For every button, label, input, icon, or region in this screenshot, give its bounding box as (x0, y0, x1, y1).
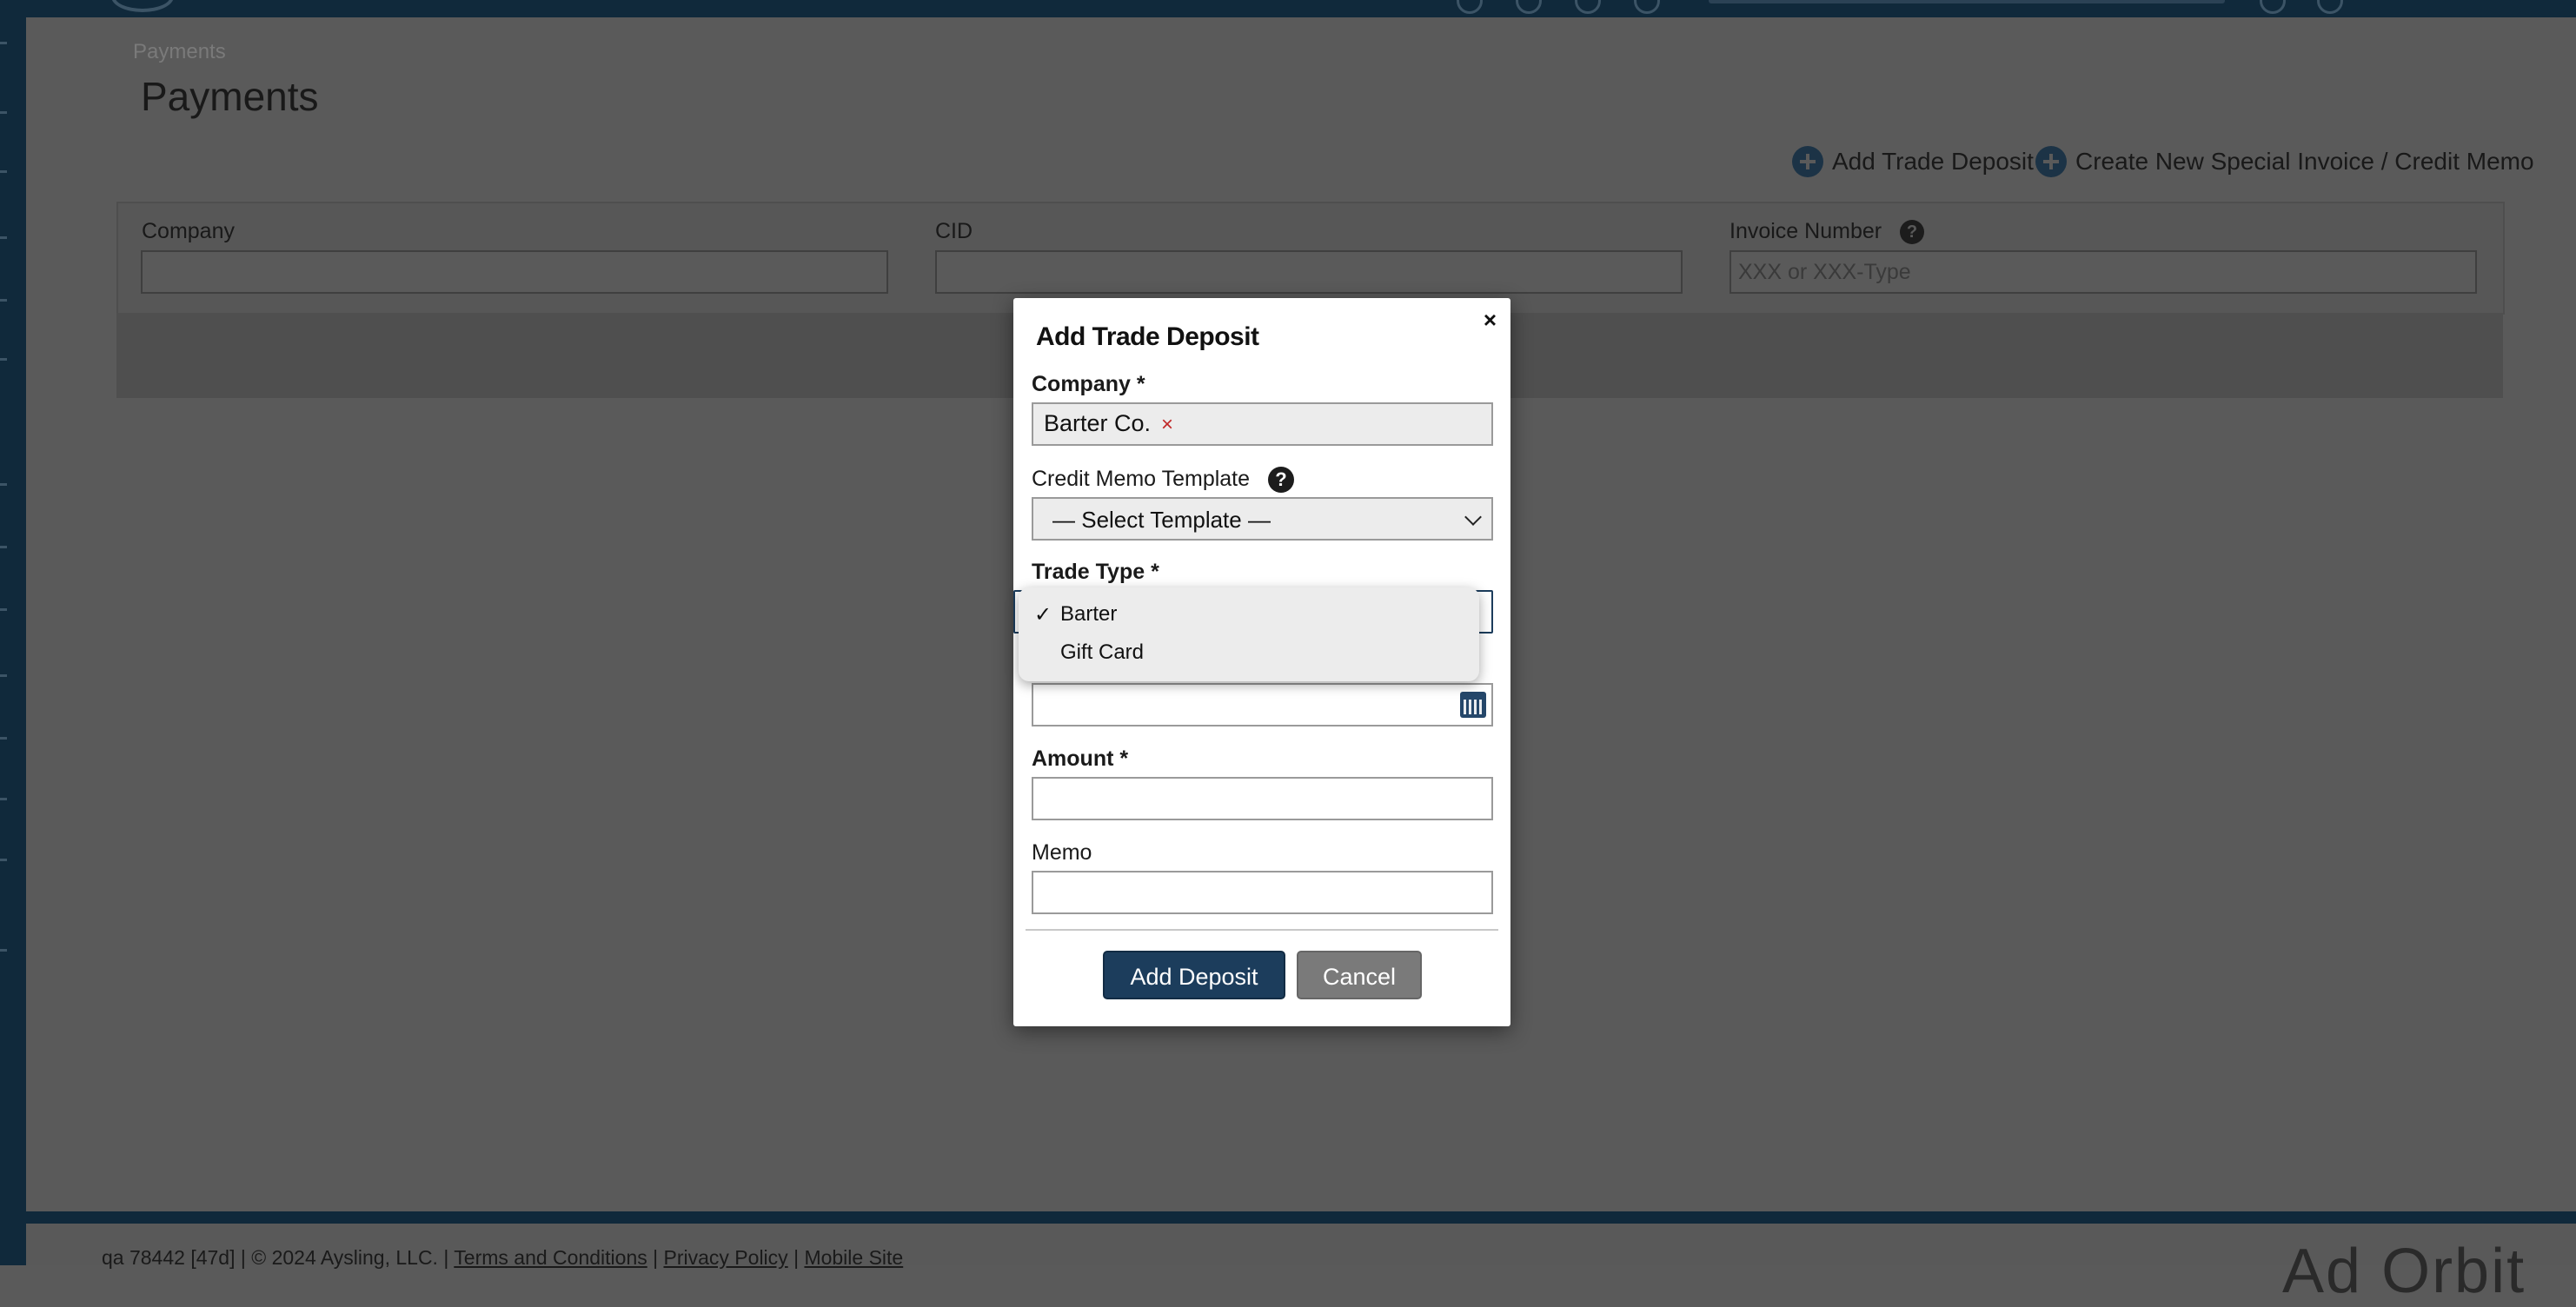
add-circle-icon (2035, 146, 2067, 177)
footer-text: qa 78442 [47d] | © 2024 Aysling, LLC. | … (102, 1246, 903, 1270)
memo-label: Memo (1032, 840, 1092, 865)
sidebar-icon-6[interactable] (0, 358, 7, 361)
close-icon[interactable]: × (1484, 307, 1497, 334)
memo-input[interactable] (1032, 871, 1493, 914)
global-search-input[interactable] (1709, 0, 2225, 3)
cid-filter-input[interactable] (935, 250, 1683, 294)
company-filter-input[interactable] (141, 250, 888, 294)
sidebar-icon-7[interactable] (0, 483, 7, 486)
modal-divider (1026, 929, 1498, 931)
chevron-down-icon (1464, 508, 1482, 526)
nav-icon-3[interactable] (1575, 0, 1601, 14)
footer-copyright: qa 78442 [47d] | © 2024 Aysling, LLC. | (102, 1246, 449, 1269)
help-icon[interactable] (2260, 0, 2286, 14)
create-special-invoice-action[interactable]: Create New Special Invoice / Credit Memo (2035, 146, 2534, 177)
sidebar-icon-1[interactable] (0, 42, 7, 44)
invoice-number-filter-input[interactable]: XXX or XXX-Type (1730, 250, 2477, 294)
company-chip-label: Barter Co. (1044, 410, 1152, 436)
invoice-number-label-text: Invoice Number (1730, 219, 1882, 243)
sidebar-icon-3[interactable] (0, 170, 7, 173)
sidebar-icon-11[interactable] (0, 737, 7, 740)
cancel-button[interactable]: Cancel (1297, 951, 1422, 999)
calendar-icon[interactable] (1460, 692, 1486, 718)
add-trade-deposit-label: Add Trade Deposit (1832, 148, 2034, 175)
checkmark-icon: ✓ (1034, 603, 1052, 627)
help-icon[interactable]: ? (1900, 220, 1925, 245)
breadcrumb[interactable]: Payments (133, 40, 226, 64)
credit-memo-template-label-text: Credit Memo Template (1032, 467, 1251, 491)
cid-filter-label: CID (935, 219, 973, 243)
company-filter-label: Company (142, 219, 235, 243)
option-barter[interactable]: Barter (1060, 602, 1117, 627)
modal-title: Add Trade Deposit (1036, 322, 1259, 351)
credit-memo-template-select[interactable]: — Select Template — (1032, 497, 1493, 541)
sidebar-icon-12[interactable] (0, 798, 7, 800)
nav-icon-1[interactable] (1457, 0, 1483, 14)
app-logo-icon[interactable] (111, 0, 174, 12)
trade-type-label: Trade Type * (1032, 560, 1159, 584)
help-icon[interactable]: ? (1267, 467, 1294, 494)
add-trade-deposit-action[interactable]: Add Trade Deposit (1792, 146, 2034, 177)
company-chip: Barter Co. × (1044, 410, 1173, 437)
option-gift-card[interactable]: Gift Card (1060, 640, 1144, 665)
remove-company-icon[interactable]: × (1161, 413, 1173, 436)
date-input[interactable] (1032, 683, 1493, 726)
trade-type-dropdown: ✓ Barter Gift Card (1019, 587, 1479, 681)
sidebar-icon-10[interactable] (0, 674, 7, 677)
side-navbar (0, 0, 26, 1265)
company-select[interactable]: Barter Co. × (1032, 402, 1493, 446)
footer-separator: | (653, 1246, 659, 1269)
company-label: Company * (1032, 372, 1145, 396)
sidebar-icon-14[interactable] (0, 949, 7, 952)
terms-link[interactable]: Terms and Conditions (454, 1246, 647, 1269)
amount-input[interactable] (1032, 777, 1493, 820)
nav-icon-2[interactable] (1516, 0, 1542, 14)
user-icon[interactable] (2317, 0, 2343, 14)
top-navbar (0, 0, 2576, 17)
sidebar-icon-5[interactable] (0, 299, 7, 302)
amount-label: Amount * (1032, 746, 1129, 771)
nav-icon-4[interactable] (1634, 0, 1660, 14)
mobile-site-link[interactable]: Mobile Site (804, 1246, 903, 1269)
template-select-value: — Select Template — (1052, 507, 1271, 533)
footer-separator: | (793, 1246, 800, 1269)
sidebar-icon-13[interactable] (0, 859, 7, 861)
invoice-number-filter-label: Invoice Number ? (1730, 219, 1925, 245)
sidebar-icon-8[interactable] (0, 546, 7, 548)
page-footer: qa 78442 [47d] | © 2024 Aysling, LLC. | … (26, 1211, 2576, 1306)
add-circle-icon (1792, 146, 1823, 177)
add-deposit-button[interactable]: Add Deposit (1103, 951, 1285, 999)
brand-logo: Ad Orbit (2282, 1237, 2526, 1306)
privacy-link[interactable]: Privacy Policy (664, 1246, 788, 1269)
sidebar-icon-2[interactable] (0, 111, 7, 114)
page-title: Payments (141, 74, 319, 119)
sidebar-icon-4[interactable] (0, 236, 7, 239)
sidebar-icon-9[interactable] (0, 608, 7, 611)
credit-memo-template-label: Credit Memo Template ? (1032, 467, 1294, 494)
create-special-invoice-label: Create New Special Invoice / Credit Memo (2075, 148, 2534, 175)
